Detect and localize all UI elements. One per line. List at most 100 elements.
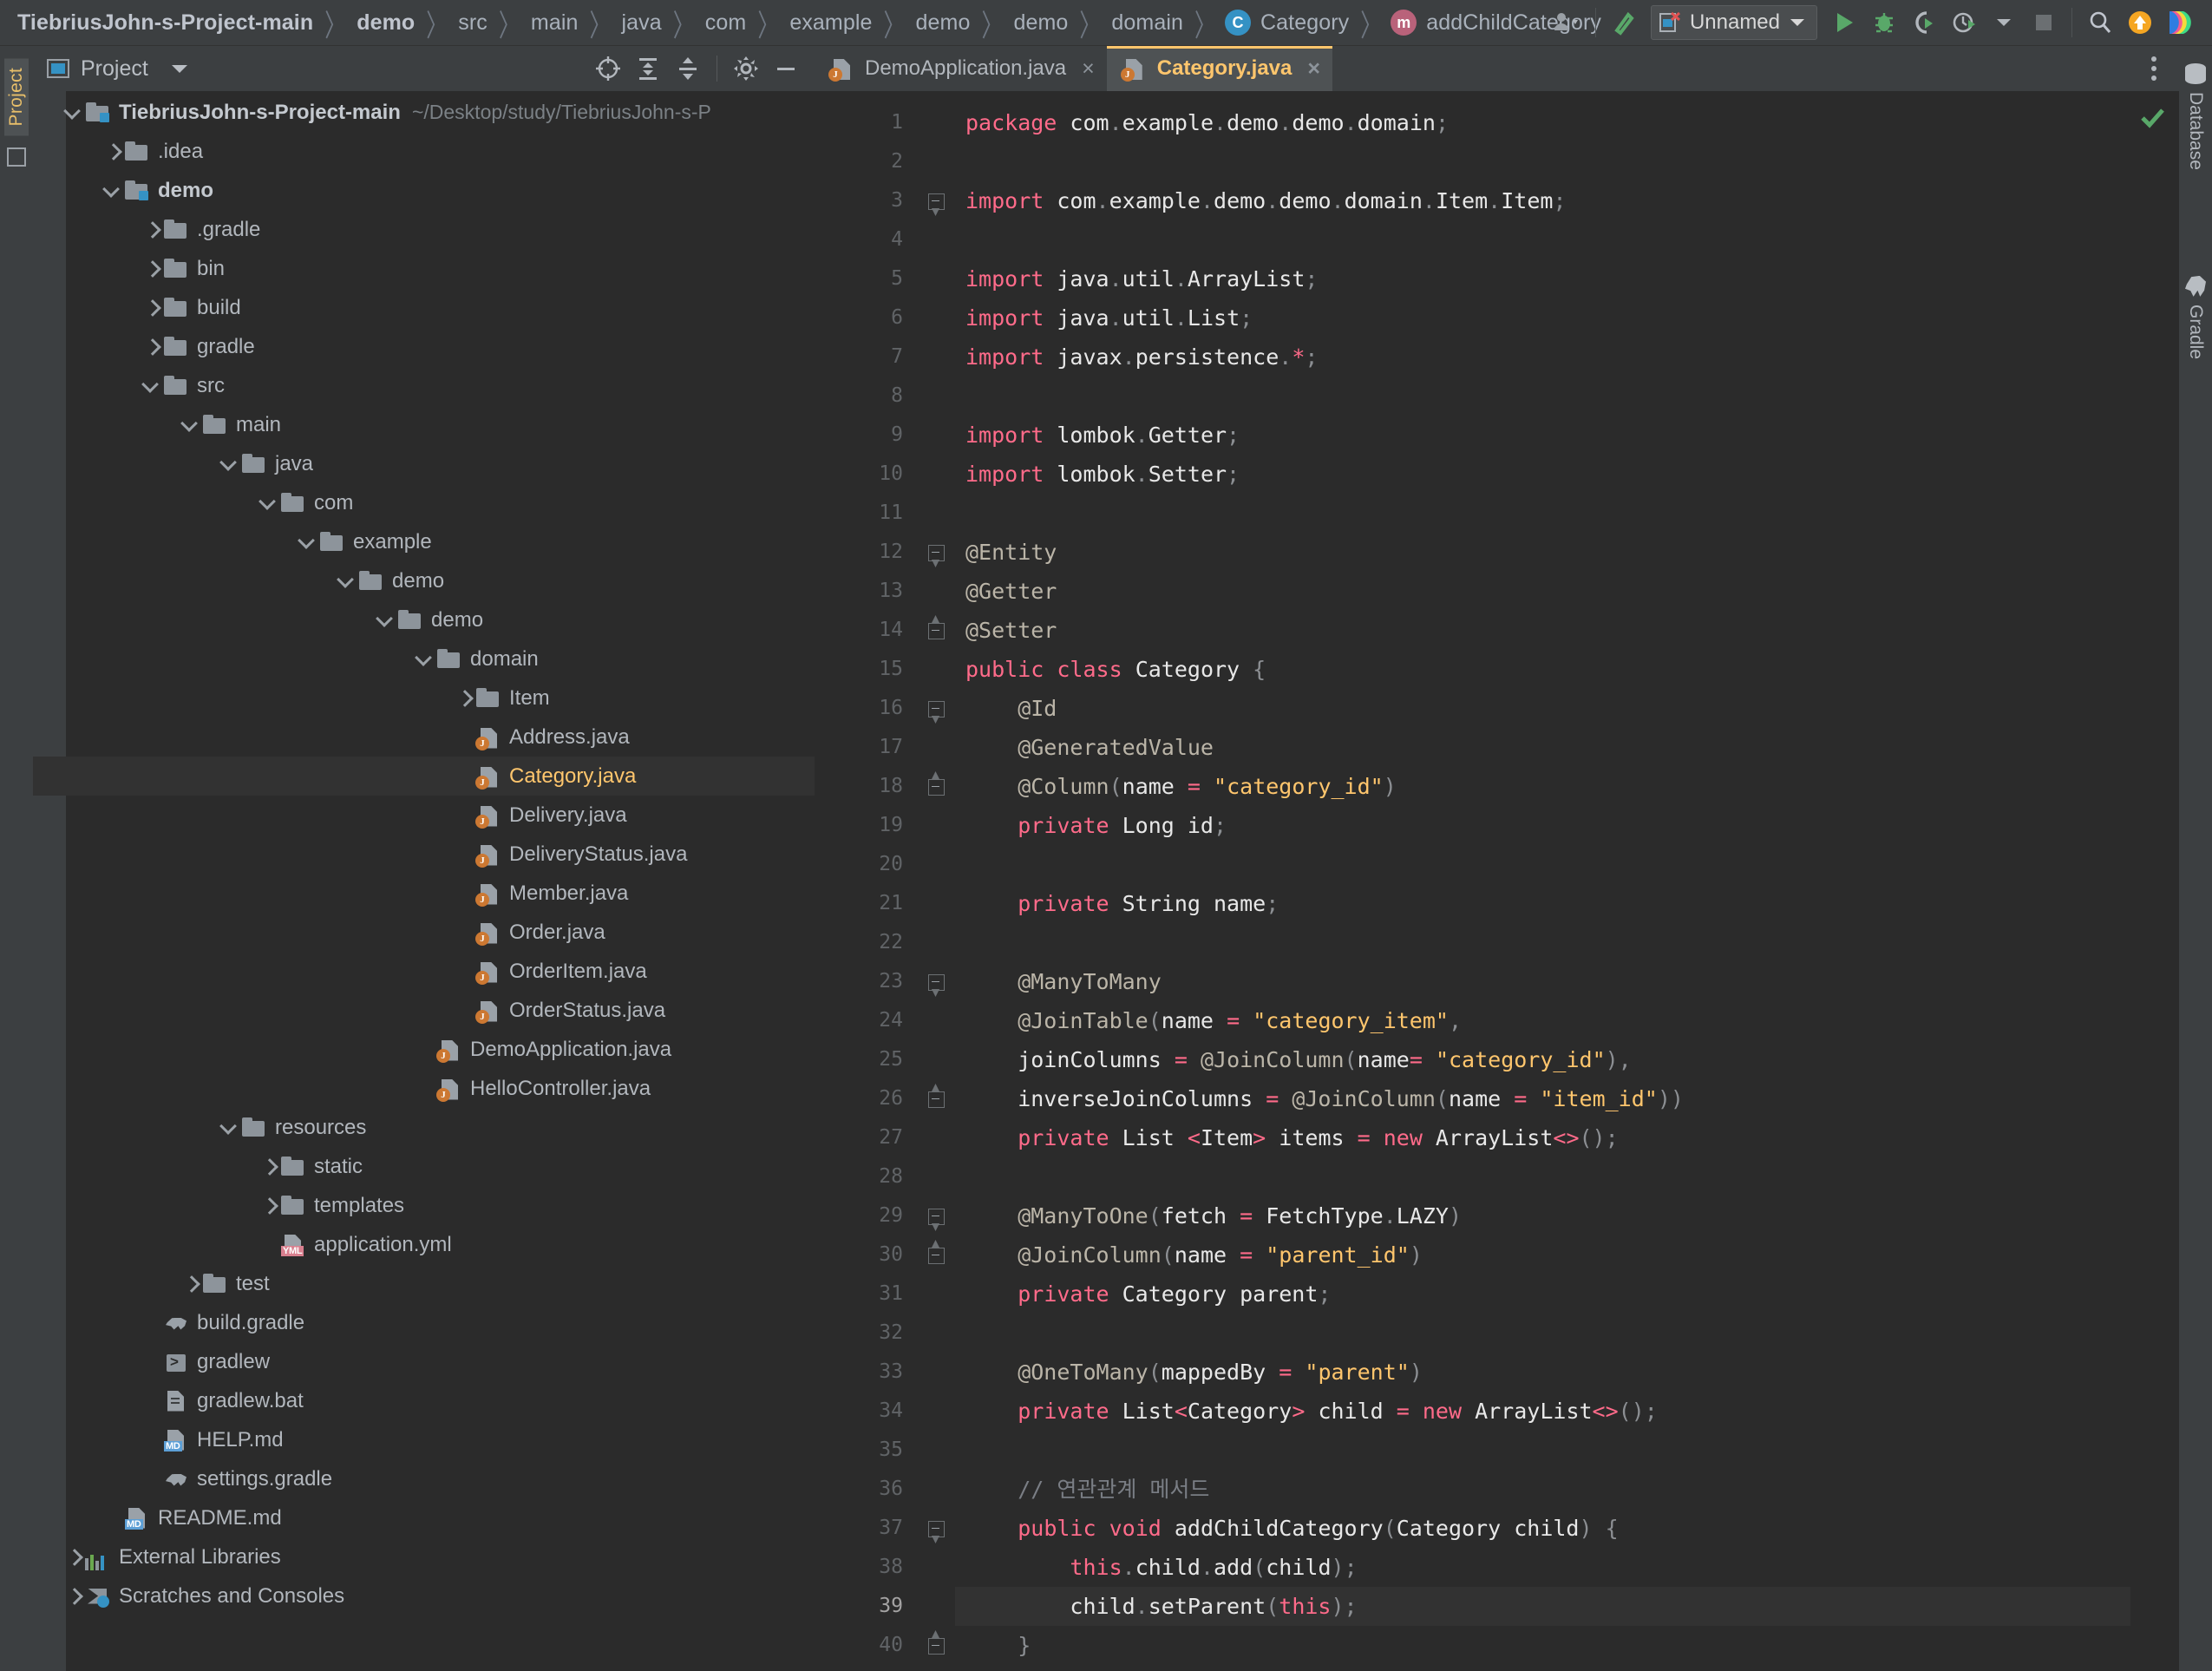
tree-item-hellocontroller-java[interactable]: HelloController.java [33,1069,815,1108]
code-line[interactable]: @Entity [955,533,2130,572]
editor-options-button[interactable] [2137,56,2170,81]
chevron-down-icon[interactable] [375,609,397,632]
tree-item-item[interactable]: Item [33,678,815,718]
tree-item-domain[interactable]: domain [33,639,815,678]
tree-item-application-yml[interactable]: YML application.yml [33,1225,815,1264]
chevron-right-icon[interactable] [180,1273,202,1295]
breadcrumb-item-tiebriusjohn-s-project-main[interactable]: TiebriusJohn-s-Project-main [16,10,315,36]
breadcrumb[interactable]: TiebriusJohn-s-Project-main 〉 demo 〉 src 〉 mai… [0,8,1601,43]
code-line[interactable] [955,923,2130,962]
project-panel-title-group[interactable]: Project [47,56,187,82]
tree-item-category-java[interactable]: Category.java [33,757,815,796]
chevron-down-icon[interactable] [297,531,319,554]
tree-item-demo[interactable]: demo [33,171,815,210]
code-folding-gutter[interactable] [917,91,955,1671]
sidebar-item-database[interactable]: Database [2183,56,2209,177]
chevron-down-icon[interactable] [180,414,202,436]
code-line[interactable]: private List <Item> items = new ArrayLis… [955,1118,2130,1157]
code-line[interactable]: this.child.add(child); [955,1548,2130,1587]
fold-toggle-icon[interactable] [917,1626,955,1665]
breadcrumb-item-demo[interactable]: demo [914,10,972,36]
sidebar-item-project[interactable]: Project [4,58,29,136]
select-opened-file-button[interactable] [588,49,628,88]
code-line[interactable]: private String name; [955,884,2130,923]
chevron-down-icon[interactable] [258,492,280,514]
code-line[interactable]: @ManyToOne(fetch = FetchType.LAZY) [955,1196,2130,1235]
debug-button[interactable] [1864,3,1904,43]
tree-item-gradlew-bat[interactable]: gradlew.bat [33,1381,815,1420]
chevron-right-icon[interactable] [141,219,163,241]
code-line[interactable]: } [955,1665,2130,1671]
close-icon[interactable]: × [1082,56,1095,82]
code-line[interactable]: child.setParent(this); [955,1587,2130,1626]
code-line[interactable] [955,1157,2130,1196]
tree-item-demo[interactable]: demo [33,561,815,600]
chevron-right-icon[interactable] [453,687,475,710]
code-line[interactable]: public void addChildCategory(Category ch… [955,1509,2130,1548]
code-line[interactable]: @Column(name = "category_id") [955,767,2130,806]
fold-toggle-icon[interactable] [917,1196,955,1235]
breadcrumb-item-example[interactable]: example [788,10,874,36]
chevron-right-icon[interactable] [62,1546,85,1569]
chevron-down-icon[interactable] [219,453,241,475]
tree-item-java[interactable]: java [33,444,815,483]
tab-demoapplication-java[interactable]: DemoApplication.java × [815,46,1107,91]
tree-item-external-libraries[interactable]: External Libraries [33,1537,815,1576]
chevron-right-icon[interactable] [258,1156,280,1178]
tree-item--idea[interactable]: .idea [33,132,815,171]
code-line[interactable] [955,377,2130,416]
structure-icon[interactable] [7,147,26,167]
code-line[interactable]: @Setter [955,611,2130,650]
close-icon[interactable]: × [1307,56,1320,82]
user-settings-button[interactable] [1548,3,1587,43]
tree-item-example[interactable]: example [33,522,815,561]
tree-item-main[interactable]: main [33,405,815,444]
code-line[interactable]: import javax.persistence.*; [955,337,2130,377]
project-tree[interactable]: TiebriusJohn-s-Project-main ~/Desktop/stu… [33,91,815,1671]
run-configuration-selector[interactable]: Unnamed [1650,5,1817,40]
tree-item-build[interactable]: build [33,288,815,327]
chevron-down-icon[interactable] [62,102,85,124]
code-line[interactable]: @Id [955,689,2130,728]
tree-item--gradle[interactable]: .gradle [33,210,815,249]
tree-item-orderstatus-java[interactable]: OrderStatus.java [33,991,815,1030]
tree-item-readme-md[interactable]: MD README.md [33,1498,815,1537]
code-line[interactable]: @ManyToMany [955,962,2130,1001]
tree-item-demo[interactable]: demo [33,600,815,639]
breadcrumb-item-com[interactable]: com [704,10,749,36]
code-line[interactable]: // 연관관계 메서드 [955,1470,2130,1509]
collapse-all-button[interactable] [668,49,708,88]
tree-item-templates[interactable]: templates [33,1186,815,1225]
tree-item-settings-gradle[interactable]: settings.gradle [33,1459,815,1498]
breadcrumb-item-domain[interactable]: domain [1109,10,1185,36]
fold-toggle-icon[interactable] [917,1509,955,1548]
tree-item-address-java[interactable]: Address.java [33,718,815,757]
code-line[interactable] [955,220,2130,259]
chevron-right-icon[interactable] [101,141,124,163]
code-line[interactable] [955,494,2130,533]
updates-button[interactable] [2120,3,2160,43]
stop-button[interactable] [2024,3,2064,43]
chevron-right-icon[interactable] [258,1195,280,1217]
tree-item-bin[interactable]: bin [33,249,815,288]
code-line[interactable]: @Getter [955,572,2130,611]
fold-toggle-icon[interactable] [917,1079,955,1118]
profile-button[interactable] [1944,3,1984,43]
tree-item-build-gradle[interactable]: build.gradle [33,1303,815,1342]
tree-item-delivery-java[interactable]: Delivery.java [33,796,815,835]
code-line[interactable]: package com.example.demo.demo.domain; [955,103,2130,142]
chevron-down-icon[interactable] [414,648,436,671]
breadcrumb-item-src[interactable]: src [456,10,489,36]
tree-item-help-md[interactable]: MD HELP.md [33,1420,815,1459]
fold-toggle-icon[interactable] [917,962,955,1001]
breadcrumb-item-java[interactable]: java [620,10,664,36]
code-line[interactable]: @GeneratedValue [955,728,2130,767]
code-line[interactable]: @JoinColumn(name = "parent_id") [955,1235,2130,1275]
tree-item-resources[interactable]: resources [33,1108,815,1147]
fold-toggle-icon[interactable] [917,1235,955,1275]
code-line[interactable]: private Category parent; [955,1275,2130,1314]
fold-toggle-icon[interactable] [917,181,955,220]
fold-toggle-icon[interactable] [917,611,955,650]
tree-item-deliverystatus-java[interactable]: DeliveryStatus.java [33,835,815,874]
chevron-down-icon[interactable] [219,1117,241,1139]
